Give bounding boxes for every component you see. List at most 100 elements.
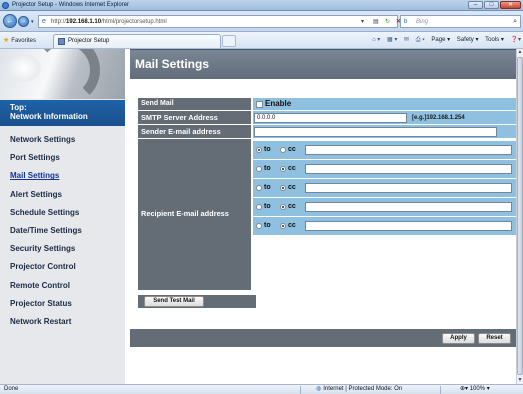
send-test-mail-button[interactable]: Send Test Mail [144, 296, 204, 307]
safety-menu[interactable]: Safety ▾ [457, 37, 479, 43]
print-icon[interactable]: ⎙ ▾ [416, 37, 425, 43]
security-zone[interactable]: ◍ Internet | Protected Mode: On [316, 385, 402, 394]
recipient-1-email-input[interactable] [305, 145, 512, 155]
sidebar-item-network-restart[interactable]: Network Restart [0, 313, 125, 331]
recipient-entry: to cc [253, 179, 516, 197]
recipient-5-cc-radio[interactable] [280, 223, 286, 229]
scroll-up-icon[interactable]: ▲ [517, 49, 523, 56]
sidebar-top-network-information[interactable]: Top: Network Information [0, 100, 125, 126]
refresh-icon[interactable]: ↻ [385, 19, 390, 25]
to-label: to [264, 184, 271, 191]
page-title: Mail Settings [135, 57, 210, 71]
recipient-entry: to cc [253, 160, 516, 178]
recipient-2-to-radio[interactable] [256, 166, 262, 172]
sidebar-top-title: Network Information [10, 112, 88, 121]
recipient-entry: to cc [253, 198, 516, 216]
sidebar-item-security-settings[interactable]: Security Settings [0, 240, 125, 258]
smtp-server-input[interactable]: 0.0.0.0 [254, 113, 407, 123]
recipient-2-email-input[interactable] [305, 164, 512, 174]
help-icon[interactable]: ❓▾ [511, 37, 521, 43]
test-mail-bar: Send Test Mail [138, 295, 256, 308]
sender-row: Sender E-mail address [138, 125, 516, 139]
sidebar-item-network-settings[interactable]: Network Settings [0, 131, 125, 149]
favorites-button[interactable]: ★ Favorites [3, 35, 36, 46]
scroll-thumb[interactable] [517, 57, 523, 375]
smtp-example-hint: [e.g.]192.168.1.254 [412, 115, 465, 121]
tab-title: Projector Setup [68, 38, 110, 44]
recipient-2-cc-radio[interactable] [280, 166, 286, 172]
recipient-label: Recipient E-mail address [138, 139, 251, 291]
send-mail-row: Send Mail Enable [138, 98, 516, 111]
to-label: to [264, 203, 271, 210]
mail-icon[interactable]: ✉ [404, 37, 409, 43]
compat-icon[interactable]: ▤ [373, 19, 379, 25]
maximize-button[interactable]: □ [484, 1, 499, 9]
recipient-3-to-radio[interactable] [256, 185, 262, 191]
sender-email-input[interactable] [254, 127, 497, 137]
home-icon[interactable]: ⌂ ▾ [372, 37, 380, 43]
cc-label: cc [288, 203, 296, 210]
enable-label: Enable [265, 99, 292, 108]
sidebar-item-projector-status[interactable]: Projector Status [0, 295, 125, 313]
reset-button[interactable]: Reset [478, 333, 511, 344]
recipient-4-email-input[interactable] [305, 202, 512, 212]
sidebar-item-schedule-settings[interactable]: Schedule Settings [0, 204, 125, 222]
search-icon[interactable]: ⌕ [513, 18, 517, 26]
recipient-4-to-radio[interactable] [256, 204, 262, 210]
page-menu[interactable]: Page ▾ [431, 37, 450, 43]
back-button[interactable]: ← [3, 14, 17, 28]
sidebar-item-alert-settings[interactable]: Alert Settings [0, 186, 125, 204]
command-tools: ⌂ ▾ ▦ ▾ ✉ ⎙ ▾ Page ▾ Safety ▾ Tools ▾ ❓▾ [367, 36, 521, 44]
recipient-3-cc-radio[interactable] [280, 185, 286, 191]
cc-label: cc [288, 184, 296, 191]
recipient-1-to-radio[interactable] [256, 147, 262, 153]
sidebar: Top: Network Information Network Setting… [0, 49, 125, 384]
zoom-icon: ⊕▾ [460, 386, 470, 392]
star-icon: ★ [3, 37, 10, 44]
sidebar-item-mail-settings[interactable]: Mail Settings [0, 167, 125, 185]
smtp-label: SMTP Server Address [138, 111, 251, 125]
status-text: Done [4, 386, 19, 392]
sidebar-item-port-settings[interactable]: Port Settings [0, 149, 125, 167]
page-icon: e [42, 18, 46, 25]
apply-button[interactable]: Apply [442, 333, 475, 344]
url-field[interactable]: e http://192.168.1.10/html/projectorsetu… [38, 15, 401, 28]
sidebar-banner-image [0, 49, 125, 99]
page-header: Mail Settings [130, 49, 516, 79]
sender-value [253, 125, 516, 139]
close-button[interactable]: ✕ [500, 1, 521, 9]
url-text: http://192.168.1.10/html/projectorsetup.… [51, 19, 167, 25]
recipient-5-email-input[interactable] [305, 221, 512, 231]
enable-checkbox[interactable] [256, 101, 263, 108]
compat-view-icon[interactable]: ▾ [361, 19, 364, 25]
cc-label: cc [288, 222, 296, 229]
scroll-down-icon[interactable]: ▼ [517, 377, 523, 384]
sidebar-item-remote-control[interactable]: Remote Control [0, 277, 125, 295]
search-box[interactable]: b Bing ⌕ [400, 15, 521, 28]
vertical-scrollbar[interactable]: ▲ ▼ [516, 49, 523, 384]
tools-menu[interactable]: Tools ▾ [485, 37, 504, 43]
browser-tab[interactable]: Projector Setup [53, 34, 221, 48]
minimize-button[interactable]: – [468, 1, 483, 9]
tab-page-icon [58, 38, 65, 45]
history-dropdown-icon[interactable]: ▾ [31, 19, 34, 25]
feeds-icon[interactable]: ▦ ▾ [387, 37, 397, 43]
smtp-row: SMTP Server Address 0.0.0.0 [e.g.]192.16… [138, 111, 516, 125]
new-tab-button[interactable] [222, 35, 236, 47]
sidebar-item-date-time-settings[interactable]: Date/Time Settings [0, 222, 125, 240]
sidebar-top-label: Top: [10, 103, 27, 112]
send-mail-label: Send Mail [138, 98, 251, 111]
recipient-row: Recipient E-mail address to cc to cc to … [138, 139, 516, 291]
recipient-4-cc-radio[interactable] [280, 204, 286, 210]
sidebar-item-projector-control[interactable]: Projector Control [0, 258, 125, 276]
page-content: Top: Network Information Network Setting… [0, 49, 516, 384]
recipient-entry: to cc [253, 217, 516, 235]
recipient-entry: to cc [253, 141, 516, 159]
bing-logo-icon: b [404, 19, 408, 25]
recipient-1-cc-radio[interactable] [280, 147, 286, 153]
zoom-level[interactable]: ⊕▾ 100% ▾ [460, 385, 490, 394]
recipient-3-email-input[interactable] [305, 183, 512, 193]
forward-button[interactable]: → [18, 16, 29, 27]
recipient-5-to-radio[interactable] [256, 223, 262, 229]
sidebar-nav: Network Settings Port Settings Mail Sett… [0, 131, 125, 331]
